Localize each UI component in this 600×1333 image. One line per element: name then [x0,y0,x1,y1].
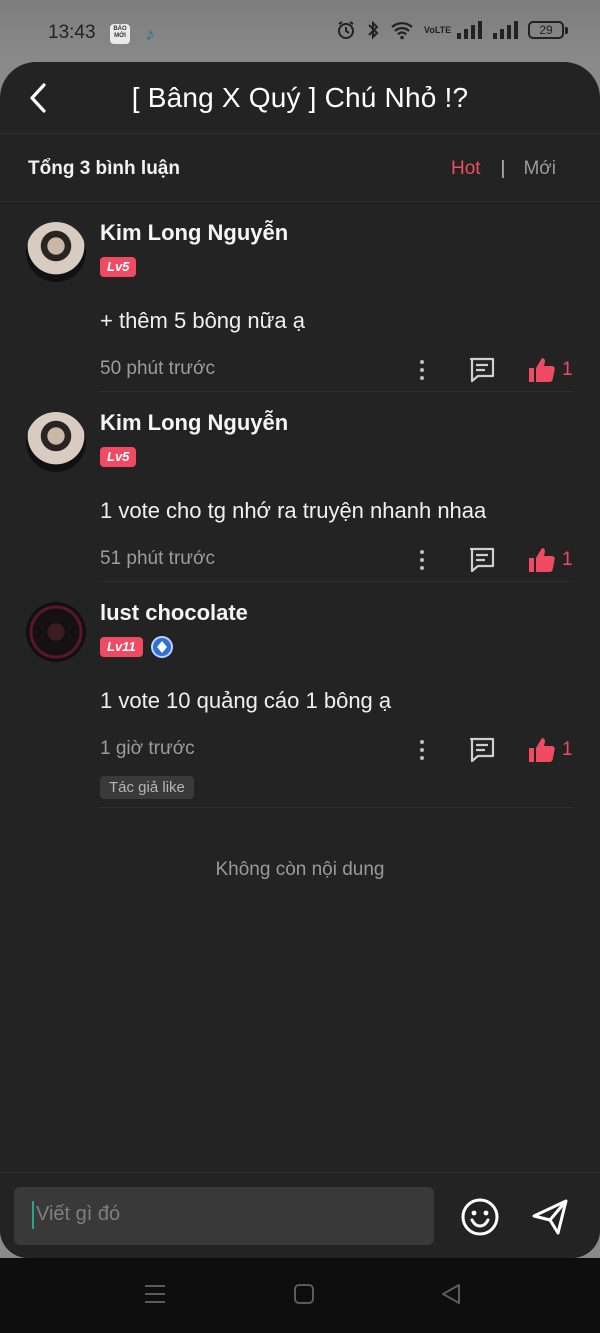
comment-meta: 50 phút trước 1 [100,348,600,392]
sort-separator: | [500,158,506,179]
reply-button[interactable] [468,546,496,579]
author-liked-tag: Tác giả like [100,776,194,799]
comment-icon [469,737,495,763]
triangle-back-icon [442,1284,460,1304]
comment-input[interactable]: Viết gì đó [14,1187,434,1245]
comment-author[interactable]: lust chocolate [100,582,600,626]
comment-time: 51 phút trước [100,548,215,569]
comment-author[interactable]: Kim Long Nguyễn [100,392,600,436]
comment-item: Kim Long Nguyễn Lv5 1 vote cho tg nhớ ra… [0,392,600,581]
thumbs-up-icon [529,358,555,382]
send-button[interactable] [530,1197,570,1242]
comment-meta: 1 giờ trước 1 [100,728,600,772]
avatar[interactable] [26,222,86,282]
signal-icon [492,21,518,39]
comment-input-placeholder: Viết gì đó [36,1203,121,1225]
system-nav-bar [0,1258,600,1333]
comment-total: Tổng 3 bình luận [28,158,180,179]
badges: Lv5 [100,446,600,468]
sort-switch: Hot | Mới [451,158,556,180]
comment-item: lust chocolate Lv11 1 vote 10 quảng cáo … [0,582,600,807]
comment-time: 1 giờ trước [100,738,195,759]
status-icons: VoLTE 29 [336,20,568,40]
volte-icon: VoLTE [424,24,452,35]
smiley-icon [461,1198,499,1236]
header: [ Bâng X Quý ] Chú Nhỏ !? [0,62,600,134]
comment-text: 1 vote 10 quảng cáo 1 bông ạ [100,688,392,713]
system-back-button[interactable] [440,1283,462,1310]
sort-new-tab[interactable]: Mới [523,158,556,180]
recent-apps-button[interactable] [144,1283,166,1310]
level-badge: Lv11 [100,637,143,657]
sort-hot-tab[interactable]: Hot [451,158,481,180]
like-button[interactable]: 1 [528,356,573,384]
comment-time: 50 phút trước [100,358,215,379]
badges: Lv5 [100,256,600,278]
diamond-badge-icon [150,636,173,658]
comment-icon [469,547,495,573]
reply-button[interactable] [468,356,496,389]
baomoi-app-icon: BÁO MỚI [110,24,130,44]
comment-list: Kim Long Nguyễn Lv5 + thêm 5 bông nữa ạ … [0,202,600,808]
comment-text: 1 vote cho tg nhớ ra truyện nhanh nhaa [100,498,487,523]
menu-icon [145,1285,165,1303]
emoji-button[interactable] [460,1197,500,1242]
avatar[interactable] [26,412,86,472]
like-count: 1 [562,739,573,760]
like-count: 1 [562,549,573,570]
like-button[interactable]: 1 [528,736,573,764]
end-of-list-text: Không còn nội dung [215,859,385,880]
battery-icon: 29 [528,21,568,39]
comment-item: Kim Long Nguyễn Lv5 + thêm 5 bông nữa ạ … [0,202,600,391]
comment-meta: 51 phút trước 1 [100,538,600,582]
send-icon [532,1199,568,1235]
badges: Lv11 [100,636,600,658]
like-count: 1 [562,359,573,380]
comment-text: + thêm 5 bông nữa ạ [100,308,305,333]
more-options-button[interactable] [414,356,430,384]
comments-sheet: [ Bâng X Quý ] Chú Nhỏ !? Tổng 3 bình lu… [0,62,600,1258]
tiktok-app-icon: ♪ [145,24,155,44]
reply-button[interactable] [468,736,496,769]
avatar[interactable] [26,602,86,662]
comment-icon [469,357,495,383]
level-badge: Lv5 [100,447,137,467]
alarm-icon [336,20,356,40]
more-options-button[interactable] [414,546,430,574]
page-title: [ Bâng X Quý ] Chú Nhỏ !? [131,82,469,113]
more-options-button[interactable] [414,736,430,764]
bluetooth-icon [366,20,380,40]
like-button[interactable]: 1 [528,546,573,574]
status-bar: 13:43 BÁO MỚI ♪ VoLTE 29 [0,0,600,66]
comments-summary-bar: Tổng 3 bình luận Hot | Mới [0,134,600,202]
thumbs-up-icon [529,738,555,762]
square-icon [294,1284,314,1304]
home-button[interactable] [293,1283,315,1310]
wifi-icon [390,20,414,40]
comment-author[interactable]: Kim Long Nguyễn [100,202,600,246]
comment-input-bar: Viết gì đó [0,1172,600,1258]
thumbs-up-icon [529,548,555,572]
signal-icon [456,21,482,39]
level-badge: Lv5 [100,257,137,277]
divider [100,807,572,808]
status-time: 13:43 [48,22,96,43]
